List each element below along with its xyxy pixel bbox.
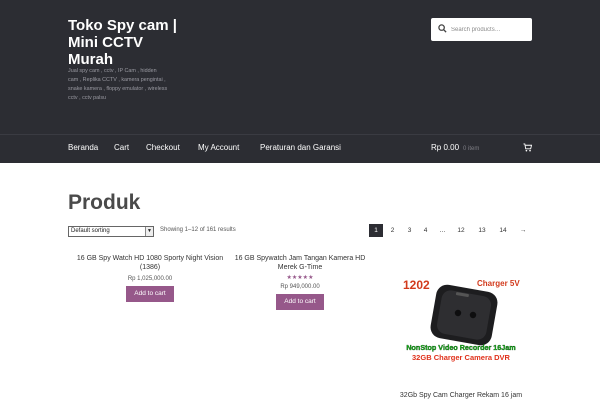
header-divider	[0, 134, 600, 135]
camera-lens	[454, 309, 462, 317]
page-ellipsis: …	[439, 227, 446, 234]
sort-select[interactable]: Default sorting ▼	[68, 226, 154, 237]
site-title[interactable]: Toko Spy cam | Mini CCTV Murah	[68, 17, 188, 68]
page-link-13[interactable]: 13	[474, 224, 490, 237]
product-card: 16 GB Spy Watch HD 1080 Sporty Night Vis…	[68, 254, 232, 302]
charger-face	[436, 290, 492, 340]
page-link-1[interactable]: 1	[369, 224, 383, 237]
image-charger-text: Charger 5V	[477, 279, 520, 288]
product-name[interactable]: 16 GB Spywatch Jam Tangan Kamera HD Mere…	[228, 254, 372, 272]
product-name[interactable]: 16 GB Spy Watch HD 1080 Sporty Night Vis…	[68, 254, 232, 272]
page-link-2[interactable]: 2	[386, 224, 399, 237]
image-code-text: 1202	[403, 278, 430, 292]
add-to-cart-button[interactable]: Add to cart	[276, 294, 324, 310]
product-price: Rp 949,000.00	[280, 284, 320, 290]
camera-lens	[469, 311, 477, 319]
cart-total: Rp 0.00	[431, 143, 460, 152]
page-link-12[interactable]: 12	[453, 224, 469, 237]
page-title: Produk	[68, 191, 141, 214]
image-caption-line2: 32GB Charger Camera DVR	[412, 353, 511, 362]
search-input[interactable]	[451, 18, 529, 41]
page-link-4[interactable]: 4	[419, 224, 432, 237]
chevron-down-icon: ▼	[145, 227, 153, 236]
search-box[interactable]	[431, 18, 532, 41]
rating-stars: ★★★★★	[286, 275, 314, 281]
image-caption-line1: NonStop Video Recorder 16Jam	[406, 343, 515, 352]
nav-item-my-account[interactable]: My Account	[198, 143, 239, 152]
nav-item-peraturan[interactable]: Peraturan dan Garansi	[260, 143, 341, 152]
site-header: Toko Spy cam | Mini CCTV Murah Jual spy …	[0, 0, 600, 163]
search-icon	[438, 24, 447, 33]
nav-item-cart[interactable]: Cart	[114, 143, 129, 152]
cart-item-count: 0 item	[463, 146, 480, 152]
product-card: 16 GB Spywatch Jam Tangan Kamera HD Mere…	[228, 254, 372, 310]
nav-item-beranda[interactable]: Beranda	[68, 143, 98, 152]
header-cart[interactable]: Rp 0.00 0 item	[431, 143, 479, 152]
cart-icon[interactable]	[523, 143, 532, 152]
site-tagline: Jual spy cam , cctv , IP Cam , hidden ca…	[68, 68, 168, 101]
product-image[interactable]: 1202 Charger 5V NonStop Video Recorder 1…	[391, 262, 531, 374]
main-nav: Beranda Cart Checkout My Account Peratur…	[0, 143, 600, 153]
result-count: Showing 1–12 of 161 results	[160, 227, 236, 233]
product-price: Rp 1,025,000.00	[127, 276, 173, 282]
product-name[interactable]: 32Gb Spy Cam Charger Rekam 16 jam	[391, 392, 531, 399]
next-page-arrow-icon[interactable]: →	[515, 224, 531, 237]
add-to-cart-button[interactable]: Add to cart	[126, 286, 174, 302]
page-link-14[interactable]: 14	[495, 224, 511, 237]
sort-selected-value: Default sorting	[71, 228, 110, 234]
page-link-3[interactable]: 3	[403, 224, 416, 237]
nav-item-checkout[interactable]: Checkout	[146, 143, 180, 152]
